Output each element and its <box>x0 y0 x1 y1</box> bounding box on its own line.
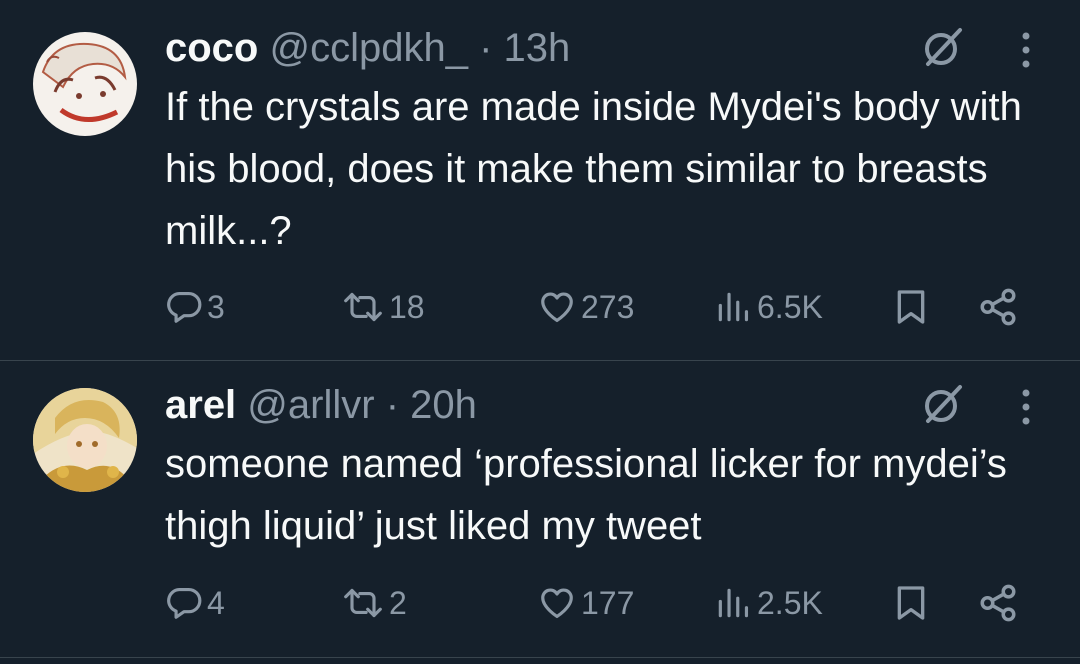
avatar[interactable] <box>33 32 137 136</box>
repost-button[interactable]: 18 <box>341 282 425 332</box>
tweet-text: someone named ‘professional licker for m… <box>165 442 1007 548</box>
share-icon <box>980 584 1016 622</box>
repost-button[interactable]: 2 <box>341 578 407 628</box>
repost-count: 18 <box>389 288 425 325</box>
more-icon[interactable] <box>1016 387 1036 427</box>
reply-button[interactable]: 3 <box>165 282 225 332</box>
bookmark-icon <box>897 290 925 324</box>
tweet-1[interactable]: coco @cclpdkh_ · 13h If the crystals are… <box>0 0 1080 360</box>
share-button[interactable] <box>977 282 1019 332</box>
share-button[interactable] <box>977 578 1019 628</box>
bookmark-icon <box>897 586 925 620</box>
reply-icon <box>167 291 202 323</box>
heart-icon <box>541 292 573 323</box>
grok-icon[interactable] <box>920 381 966 427</box>
tweet-header: coco @cclpdkh_ · 13h <box>165 24 570 72</box>
reply-count: 3 <box>207 288 225 325</box>
bookmark-button[interactable] <box>891 578 931 628</box>
separator: · <box>479 26 493 70</box>
user-handle[interactable]: @arllvr <box>247 383 374 427</box>
repost-icon <box>344 588 382 618</box>
like-count: 177 <box>581 584 635 621</box>
views-icon <box>718 292 749 322</box>
view-count: 2.5K <box>757 584 823 621</box>
timestamp[interactable]: 13h <box>504 26 571 70</box>
tweet-text: If the crystals are made inside Mydei's … <box>165 85 1022 253</box>
tweet-divider <box>0 657 1080 658</box>
more-icon[interactable] <box>1016 30 1036 70</box>
bookmark-button[interactable] <box>891 282 931 332</box>
heart-icon <box>541 588 573 619</box>
action-bar: 3 18 273 6.5K <box>165 282 1045 332</box>
share-icon <box>980 288 1016 326</box>
view-count: 6.5K <box>757 288 823 325</box>
views-button[interactable]: 6.5K <box>713 282 823 332</box>
display-name[interactable]: coco <box>165 26 258 70</box>
avatar[interactable] <box>33 388 137 492</box>
views-button[interactable]: 2.5K <box>713 578 823 628</box>
repost-icon <box>344 292 382 322</box>
user-handle[interactable]: @cclpdkh_ <box>269 26 467 70</box>
timestamp[interactable]: 20h <box>410 383 477 427</box>
reply-count: 4 <box>207 584 225 621</box>
like-button[interactable]: 177 <box>537 578 634 628</box>
tweet-header: arel @arllvr · 20h <box>165 381 477 429</box>
repost-count: 2 <box>389 584 407 621</box>
reply-button[interactable]: 4 <box>165 578 225 628</box>
separator: · <box>385 383 400 427</box>
tweet-2[interactable]: arel @arllvr · 20h someone named ‘profes… <box>0 361 1080 657</box>
grok-icon[interactable] <box>920 24 966 70</box>
like-button[interactable]: 273 <box>537 282 634 332</box>
display-name[interactable]: arel <box>165 383 236 427</box>
like-count: 273 <box>581 288 635 325</box>
action-bar: 4 2 177 2.5K <box>165 578 1045 628</box>
reply-icon <box>167 587 202 619</box>
views-icon <box>718 588 749 618</box>
